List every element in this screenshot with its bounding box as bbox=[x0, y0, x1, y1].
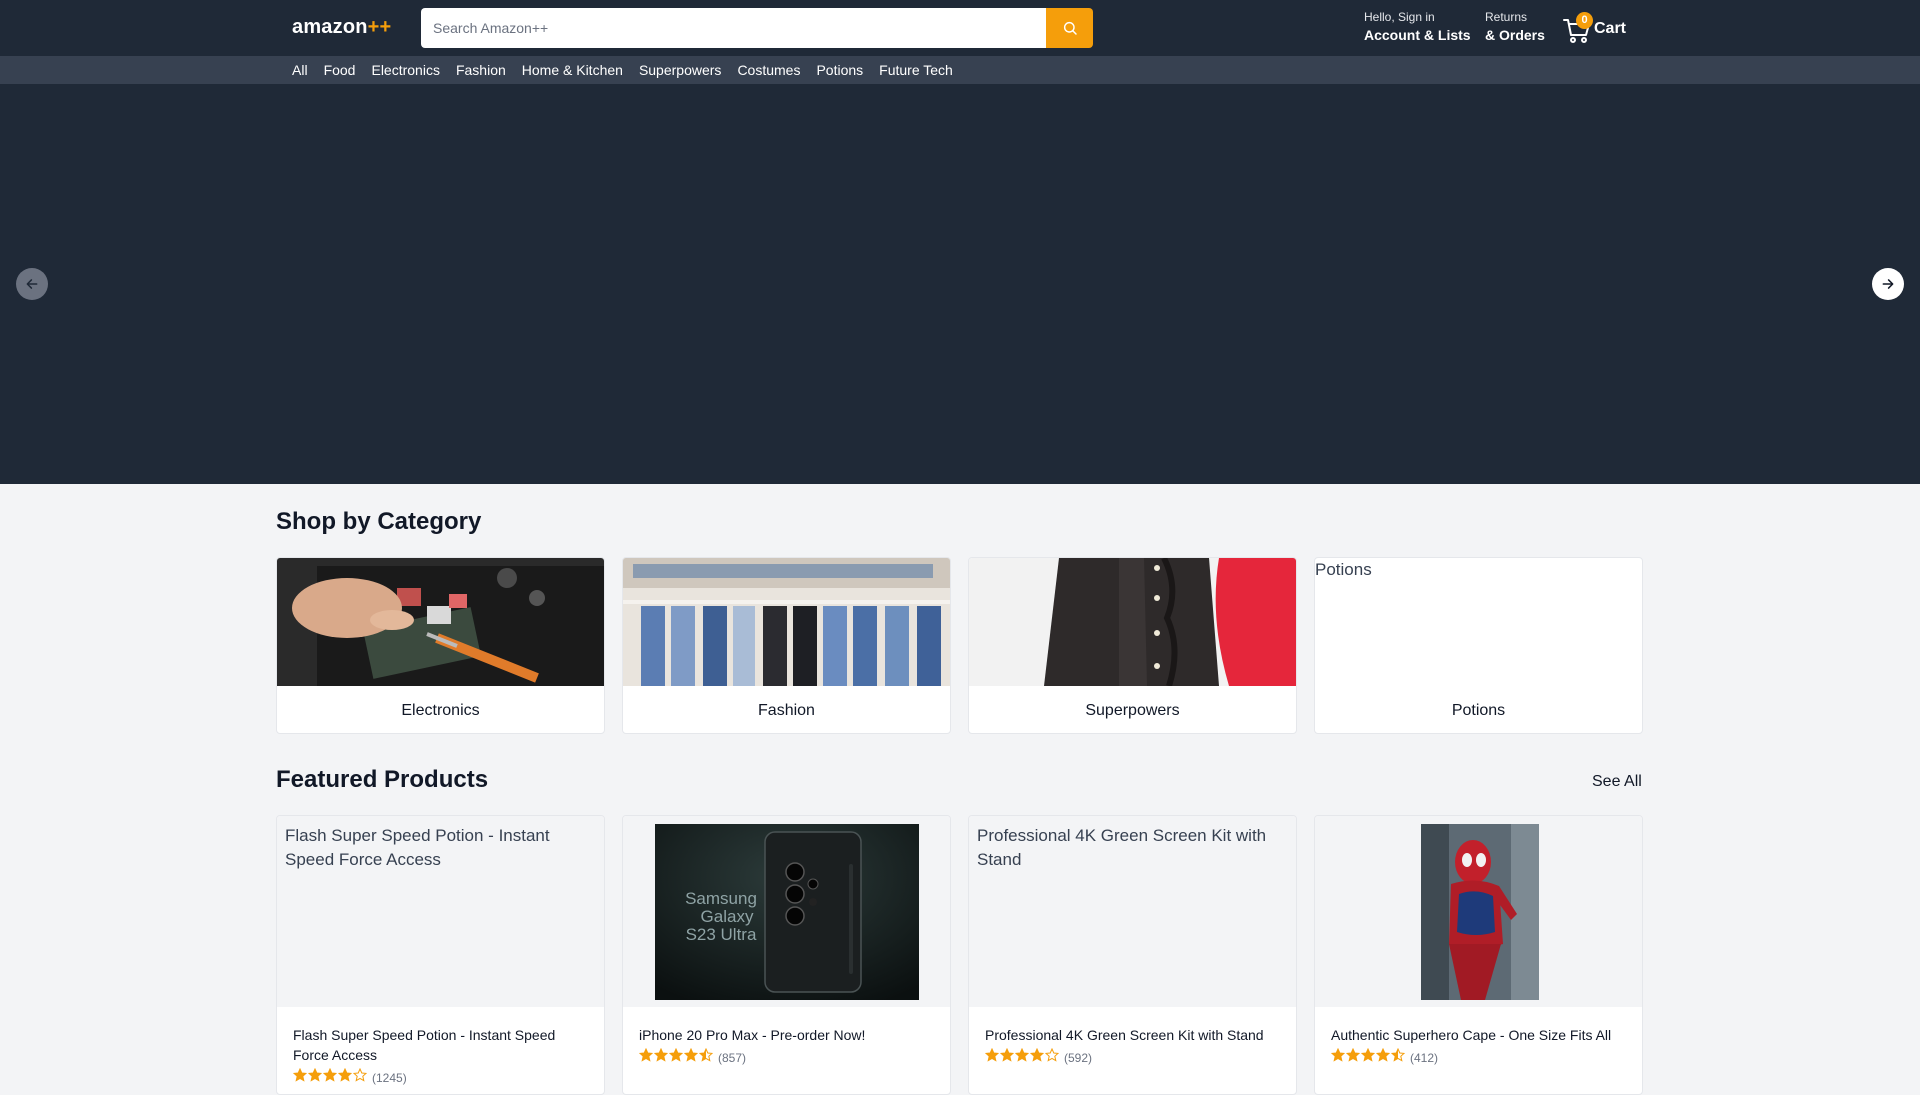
returns-label: Returns bbox=[1485, 10, 1528, 24]
nav-item-food[interactable]: Food bbox=[324, 62, 356, 78]
electronics-photo bbox=[277, 558, 604, 686]
orders-label: & Orders bbox=[1485, 27, 1545, 43]
electronics-image bbox=[277, 558, 604, 686]
star-full-icon bbox=[1330, 1047, 1346, 1062]
rating-stars bbox=[984, 1047, 1060, 1067]
star-full-icon bbox=[1029, 1047, 1045, 1062]
shop-by-category-title: Shop by Category bbox=[276, 508, 482, 535]
superpowers-photo bbox=[969, 558, 1296, 686]
logo-accent: ++ bbox=[367, 16, 392, 38]
product-card[interactable]: Authentic Superhero Cape - One Size Fits… bbox=[1314, 815, 1643, 1095]
review-count: (857) bbox=[718, 1050, 747, 1065]
product-image-alt: Professional 4K Green Screen Kit with St… bbox=[977, 826, 1267, 869]
star-full-icon bbox=[683, 1047, 699, 1062]
see-all-link[interactable]: See All bbox=[1592, 773, 1642, 791]
product-image-broken: Flash Super Speed Potion - Instant Speed… bbox=[277, 816, 604, 1007]
star-empty-icon bbox=[1044, 1047, 1060, 1062]
product-rating: (592) bbox=[984, 1047, 1093, 1067]
phone-variant-text: S23 Ultra bbox=[686, 925, 757, 944]
account-lists-label: Account & Lists bbox=[1364, 27, 1471, 43]
product-card[interactable]: Professional 4K Green Screen Kit with St… bbox=[968, 815, 1297, 1095]
category-card-superpowers[interactable]: Superpowers bbox=[968, 557, 1297, 734]
product-title[interactable]: iPhone 20 Pro Max - Pre-order Now! bbox=[639, 1025, 939, 1045]
category-card-electronics[interactable]: Electronics bbox=[276, 557, 605, 734]
returns-orders-link[interactable]: Returns & Orders bbox=[1485, 10, 1545, 43]
star-full-icon bbox=[653, 1047, 669, 1062]
category-label-electronics: Electronics bbox=[401, 702, 480, 719]
account-greeting: Hello, Sign in bbox=[1364, 10, 1435, 24]
search-input[interactable] bbox=[421, 8, 1046, 48]
phone-model-text: Galaxy bbox=[701, 907, 754, 926]
star-full-icon bbox=[1360, 1047, 1376, 1062]
nav-item-fashion[interactable]: Fashion bbox=[456, 62, 506, 78]
account-menu[interactable]: Hello, Sign in Account & Lists bbox=[1364, 10, 1471, 43]
star-full-icon bbox=[1375, 1047, 1391, 1062]
fashion-photo bbox=[623, 558, 950, 686]
hero-carousel bbox=[0, 84, 1920, 484]
arrow-left-icon bbox=[26, 279, 38, 289]
nav-item-electronics[interactable]: Electronics bbox=[371, 62, 439, 78]
star-full-icon bbox=[1345, 1047, 1361, 1062]
nav-item-superpowers[interactable]: Superpowers bbox=[639, 62, 722, 78]
phone-brand-text: Samsung bbox=[685, 889, 757, 908]
star-full-icon bbox=[999, 1047, 1015, 1062]
product-title[interactable]: Authentic Superhero Cape - One Size Fits… bbox=[1331, 1025, 1631, 1045]
logo-text: amazon bbox=[292, 16, 368, 38]
cart-button[interactable]: 0 Cart bbox=[1562, 12, 1626, 44]
arrow-right-icon bbox=[1882, 279, 1894, 289]
nav-item-future-tech[interactable]: Future Tech bbox=[879, 62, 953, 78]
category-nav: All Food Electronics Fashion Home & Kitc… bbox=[0, 56, 1920, 84]
product-rating: (857) bbox=[638, 1047, 747, 1067]
top-header: amazon++ Hello, Sign in Account & Lists … bbox=[0, 0, 1920, 56]
search-icon bbox=[1063, 21, 1077, 35]
category-label-potions: Potions bbox=[1451, 702, 1506, 719]
potions-image-broken: Potions bbox=[1315, 558, 1642, 686]
superhero-photo bbox=[1421, 824, 1539, 1000]
review-count: (1245) bbox=[372, 1070, 407, 1085]
star-full-icon bbox=[984, 1047, 1000, 1062]
nav-item-all[interactable]: All bbox=[292, 62, 308, 78]
cart-label: Cart bbox=[1594, 20, 1627, 37]
product-card[interactable]: Flash Super Speed Potion - Instant Speed… bbox=[276, 815, 605, 1095]
star-full-icon bbox=[668, 1047, 684, 1062]
cart-count-badge: 0 bbox=[1576, 12, 1593, 29]
product-image bbox=[1315, 816, 1642, 1007]
carousel-prev-button[interactable] bbox=[16, 268, 48, 300]
carousel-next-button[interactable] bbox=[1872, 268, 1904, 300]
potions-image-alt: Potions bbox=[1315, 560, 1372, 579]
review-count: (592) bbox=[1064, 1050, 1093, 1065]
star-full-icon bbox=[638, 1047, 654, 1062]
star-half-icon bbox=[1390, 1047, 1406, 1062]
fashion-image bbox=[623, 558, 950, 686]
review-count: (412) bbox=[1410, 1050, 1439, 1065]
nav-item-potions[interactable]: Potions bbox=[816, 62, 863, 78]
phone-photo: Samsung Galaxy S23 Ultra bbox=[655, 824, 919, 1000]
rating-stars bbox=[1330, 1047, 1406, 1067]
product-title[interactable]: Professional 4K Green Screen Kit with St… bbox=[985, 1025, 1285, 1045]
product-card[interactable]: Samsung Galaxy S23 Ultra iPhone 20 Pro M… bbox=[622, 815, 951, 1095]
search-button[interactable] bbox=[1046, 8, 1093, 48]
search-bar bbox=[421, 8, 1093, 48]
product-image-broken: Professional 4K Green Screen Kit with St… bbox=[969, 816, 1296, 1007]
cart-icon-wrap: 0 bbox=[1562, 12, 1593, 44]
product-image-alt: Flash Super Speed Potion - Instant Speed… bbox=[285, 826, 550, 869]
product-rating: (1245) bbox=[292, 1067, 407, 1087]
nav-item-home-kitchen[interactable]: Home & Kitchen bbox=[522, 62, 623, 78]
product-rating: (412) bbox=[1330, 1047, 1439, 1067]
category-card-potions[interactable]: Potions Potions bbox=[1314, 557, 1643, 734]
category-label-superpowers: Superpowers bbox=[1085, 702, 1180, 719]
product-image: Samsung Galaxy S23 Ultra bbox=[623, 816, 950, 1007]
star-full-icon bbox=[1014, 1047, 1030, 1062]
star-half-icon bbox=[698, 1047, 714, 1062]
rating-stars bbox=[638, 1047, 714, 1067]
category-card-fashion[interactable]: Fashion bbox=[622, 557, 951, 734]
superpowers-image bbox=[969, 558, 1296, 686]
amazon-logo[interactable]: amazon++ bbox=[292, 16, 391, 39]
rating-stars bbox=[292, 1067, 368, 1087]
category-label-fashion: Fashion bbox=[758, 702, 815, 719]
nav-item-costumes[interactable]: Costumes bbox=[737, 62, 800, 78]
featured-products-title: Featured Products bbox=[276, 766, 489, 793]
nav-items: All Food Electronics Fashion Home & Kitc… bbox=[292, 56, 969, 84]
product-title[interactable]: Flash Super Speed Potion - Instant Speed… bbox=[293, 1025, 593, 1065]
